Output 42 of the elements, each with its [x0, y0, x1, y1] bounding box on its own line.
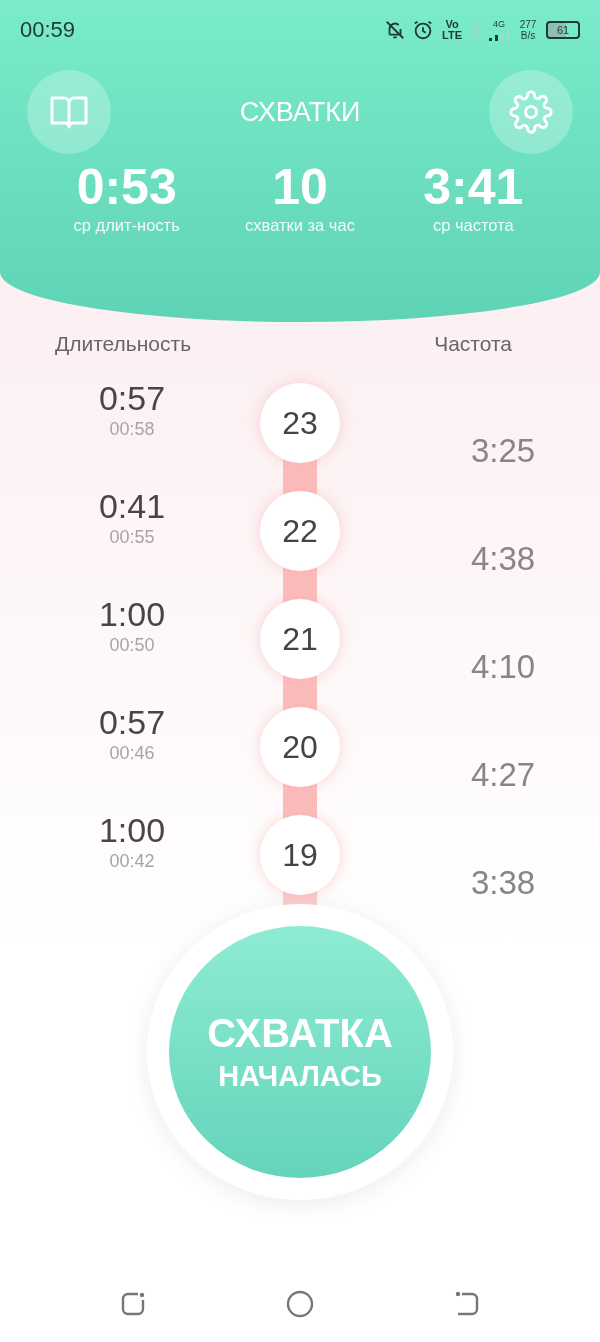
stat-label: ср длит-ность	[72, 215, 181, 236]
interval-value: 4:38	[470, 540, 536, 579]
contraction-number[interactable]: 21	[260, 599, 340, 679]
stat-label: ср частота	[431, 215, 515, 236]
start-time: 00:42	[109, 851, 155, 873]
interval-value: 3:25	[470, 432, 536, 471]
network-label: Vo LTE	[441, 19, 463, 41]
column-header: Длительность	[55, 332, 192, 356]
interval-value: 4:27	[470, 756, 536, 795]
start-time: 00:55	[109, 527, 155, 549]
bell-off-icon	[384, 19, 406, 41]
contraction-number[interactable]: 22	[260, 491, 340, 571]
back-icon[interactable]	[454, 1291, 480, 1317]
contraction-number[interactable]: 23	[260, 383, 340, 463]
interval-value: 3:38	[470, 864, 536, 903]
duration-value: 0:41	[98, 488, 166, 526]
start-time: 00:50	[109, 635, 155, 657]
network-type: 4G	[493, 19, 505, 29]
start-time: 00:58	[109, 419, 155, 441]
stat-value: 3:41	[423, 160, 524, 215]
stat-value: 10	[272, 160, 328, 215]
contraction-number[interactable]: 20	[260, 707, 340, 787]
book-icon	[49, 94, 89, 130]
screen-title: СХВАТКИ	[239, 96, 361, 128]
duration-value: 1:00	[98, 596, 166, 634]
stat-label: схватки за час	[245, 215, 355, 236]
status-time: 00:59	[20, 17, 76, 43]
stat-value: 0:53	[76, 160, 177, 215]
signal-icon	[488, 28, 510, 41]
network-speed: 277 B/s	[518, 19, 538, 41]
duration-value: 0:57	[98, 704, 166, 742]
column-header: Частота	[434, 332, 512, 356]
settings-icon	[509, 90, 553, 134]
recent-apps-icon[interactable]	[120, 1291, 146, 1317]
alarm-clock-icon	[412, 19, 434, 41]
home-icon[interactable]	[286, 1290, 314, 1318]
duration-value: 1:00	[98, 812, 166, 850]
start-time: 00:46	[109, 743, 155, 765]
battery-level: 61	[556, 24, 570, 36]
duration-value: 0:57	[98, 380, 166, 418]
contraction-number[interactable]: 19	[260, 815, 340, 895]
interval-value: 4:10	[470, 648, 536, 687]
